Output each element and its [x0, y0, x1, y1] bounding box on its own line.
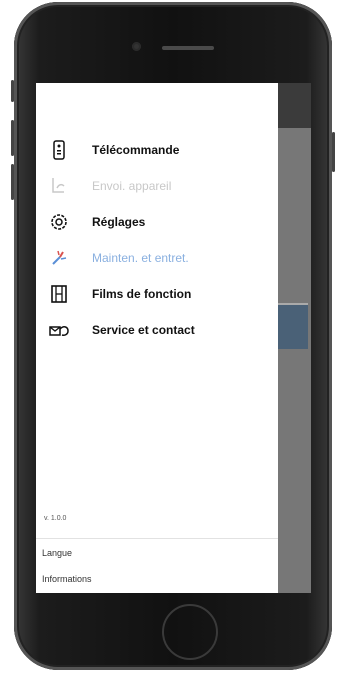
menu-label-settings: Réglages	[92, 215, 146, 229]
app-version: v. 1.0.0	[44, 515, 67, 522]
pairing-icon	[48, 175, 70, 197]
menu-label-films: Films de fonction	[92, 287, 192, 301]
volume-down-button	[11, 164, 14, 200]
menu-item-maintenance[interactable]: Mainten. et entret.	[48, 243, 268, 273]
contact-icon	[48, 319, 70, 341]
menu-label-remote: Télécommande	[92, 143, 180, 157]
power-button	[332, 132, 335, 172]
remote-icon	[48, 139, 70, 161]
informations-link[interactable]: Informations	[42, 574, 92, 584]
film-icon	[48, 283, 70, 305]
phone-screen: Télécommande Envoi. appareil Réglages Ma…	[36, 83, 311, 593]
menu-label-maintenance: Mainten. et entret.	[92, 251, 189, 265]
front-camera	[132, 42, 141, 51]
menu-label-pairing: Envoi. appareil	[92, 179, 172, 193]
silent-switch	[11, 80, 14, 102]
menu-item-films[interactable]: Films de fonction	[48, 279, 268, 309]
volume-up-button	[11, 120, 14, 156]
footer-divider	[36, 538, 278, 539]
menu-item-remote[interactable]: Télécommande	[48, 135, 268, 165]
gear-icon	[48, 211, 70, 233]
menu-item-contact[interactable]: Service et contact	[48, 315, 268, 345]
earpiece-speaker	[162, 46, 214, 50]
menu-item-pairing[interactable]: Envoi. appareil	[48, 171, 268, 201]
menu-label-contact: Service et contact	[92, 323, 195, 337]
navigation-drawer: Télécommande Envoi. appareil Réglages Ma…	[36, 83, 278, 593]
home-button[interactable]	[162, 604, 218, 660]
stage: Télécommande Envoi. appareil Réglages Ma…	[0, 0, 346, 673]
menu-item-settings[interactable]: Réglages	[48, 207, 268, 237]
maintenance-icon	[48, 247, 70, 269]
language-link[interactable]: Langue	[42, 548, 72, 558]
